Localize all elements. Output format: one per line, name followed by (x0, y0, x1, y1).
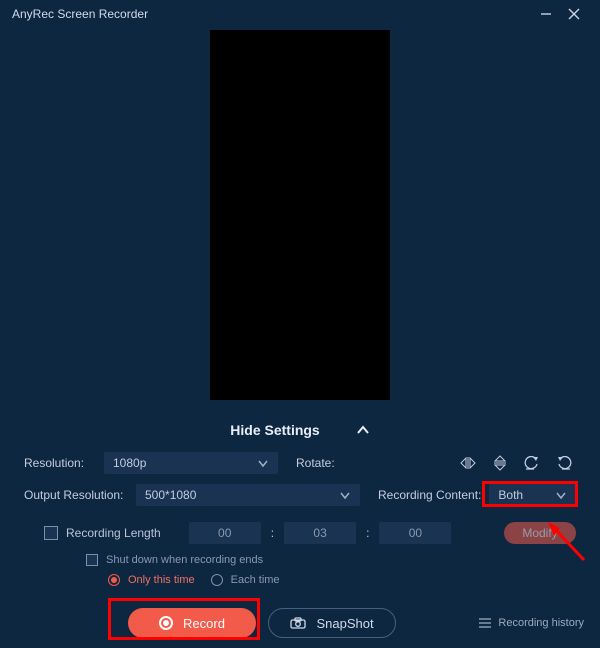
snapshot-button-label: SnapShot (316, 616, 373, 631)
record-button[interactable]: Record (128, 608, 256, 638)
rotate-label: Rotate: (296, 456, 338, 470)
snapshot-button[interactable]: SnapShot (268, 608, 396, 638)
history-icon (478, 617, 492, 629)
hide-settings-toggle[interactable]: Hide Settings (0, 422, 600, 438)
modify-button[interactable]: Modify (504, 522, 576, 544)
each-time-label: Each time (231, 574, 280, 586)
output-resolution-label: Output Resolution: (24, 488, 128, 502)
record-button-label: Record (183, 616, 225, 631)
camera-icon (290, 617, 306, 629)
chevron-up-icon (356, 423, 370, 437)
time-minutes-input[interactable]: 03 (284, 522, 356, 544)
output-resolution-value: 500*1080 (145, 488, 196, 502)
resolution-label: Resolution: (24, 456, 96, 470)
time-sep: : (364, 526, 371, 540)
recording-history-label: Recording history (498, 617, 584, 629)
time-sep: : (269, 526, 276, 540)
only-this-time-label: Only this time (128, 574, 195, 586)
resolution-value: 1080p (113, 456, 146, 470)
rotate-right-icon[interactable] (552, 452, 576, 474)
shutdown-label: Shut down when recording ends (106, 554, 263, 566)
close-button[interactable] (560, 0, 588, 28)
rotate-left-icon[interactable] (520, 452, 544, 474)
record-icon (159, 616, 173, 630)
time-hours-input[interactable]: 00 (189, 522, 261, 544)
flip-vertical-icon[interactable] (488, 452, 512, 474)
resolution-select[interactable]: 1080p (104, 452, 278, 474)
chevron-down-icon (257, 457, 269, 469)
chevron-down-icon (339, 489, 351, 501)
recording-content-value: Both (498, 488, 523, 502)
only-this-time-radio[interactable]: Only this time (108, 574, 195, 586)
flip-horizontal-icon[interactable] (456, 452, 480, 474)
hide-settings-label: Hide Settings (230, 422, 319, 438)
recording-length-checkbox[interactable] (44, 526, 58, 540)
recording-content-select[interactable]: Both (489, 484, 576, 506)
time-seconds-input[interactable]: 00 (379, 522, 451, 544)
recording-content-label: Recording Content: (378, 488, 481, 502)
shutdown-checkbox[interactable] (86, 554, 98, 566)
device-preview (210, 30, 390, 400)
app-title: AnyRec Screen Recorder (12, 7, 148, 21)
recording-length-label: Recording Length (66, 526, 161, 540)
chevron-down-icon (555, 489, 567, 501)
each-time-radio[interactable]: Each time (211, 574, 280, 586)
recording-history-link[interactable]: Recording history (478, 617, 584, 629)
output-resolution-select[interactable]: 500*1080 (136, 484, 360, 506)
minimize-button[interactable] (532, 0, 560, 28)
